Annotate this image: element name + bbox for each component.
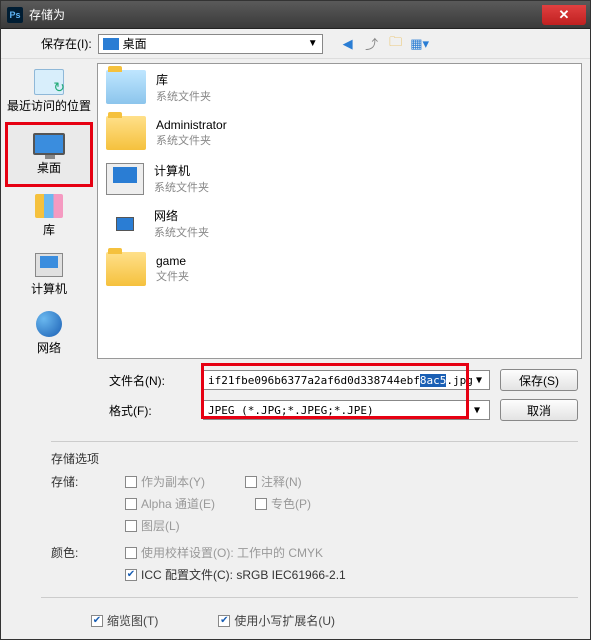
up-icon[interactable]: ⤴ xyxy=(363,35,381,53)
sidebar-item-computer[interactable]: 计算机 xyxy=(1,246,97,305)
item-sub: 系统文件夹 xyxy=(154,179,209,195)
sidebar-item-recent[interactable]: 最近访问的位置 xyxy=(1,63,97,122)
format-value: JPEG (*.JPG;*.JPEG;*.JPE) xyxy=(208,404,374,417)
spot-checkbox[interactable]: 专色(P) xyxy=(255,495,311,512)
item-name: 计算机 xyxy=(154,162,209,179)
sidebar-item-label: 库 xyxy=(43,221,55,238)
sidebar-item-network[interactable]: 网络 xyxy=(1,305,97,364)
notes-checkbox[interactable]: 注释(N) xyxy=(245,473,302,490)
alpha-checkbox[interactable]: Alpha 通道(E) xyxy=(125,495,215,512)
checkbox-label: 图层(L) xyxy=(141,517,180,534)
toolbar: 保存在(I): 桌面 ▼ ◀ ⤴ 🗀 ▦▾ xyxy=(1,29,590,59)
filename-input[interactable]: if21fbe096b6377a2af6d0d338744ebf8ac5.jpg… xyxy=(203,370,490,390)
save-in-label: 保存在(I): xyxy=(41,35,92,52)
divider xyxy=(51,441,578,442)
item-sub: 系统文件夹 xyxy=(156,132,227,148)
checkbox-label: 缩览图(T) xyxy=(107,612,158,629)
checkbox-label: 作为副本(Y) xyxy=(141,473,205,490)
location-text: 桌面 xyxy=(123,35,147,52)
folder-icon xyxy=(106,116,146,150)
options-section-label: 存储选项 xyxy=(51,450,125,467)
new-folder-icon[interactable]: 🗀 xyxy=(387,35,405,53)
filename-ext: .jpg xyxy=(446,374,473,387)
save-options: 存储选项 存储: 作为副本(Y) 注释(N) Alpha 通道(E) 专色(P)… xyxy=(1,450,590,629)
color-subsection-label: 颜色: xyxy=(51,544,125,583)
sidebar-item-label: 计算机 xyxy=(31,280,67,297)
icc-checkbox[interactable]: ✔ICC 配置文件(C): sRGB IEC61966-2.1 xyxy=(125,566,346,583)
sidebar-item-label: 网络 xyxy=(37,339,61,356)
recent-icon xyxy=(34,69,64,95)
list-item[interactable]: 库系统文件夹 xyxy=(98,64,581,110)
item-name: game xyxy=(156,254,189,268)
network-icon xyxy=(36,311,62,337)
computer-icon xyxy=(35,253,63,277)
desktop-monitor-icon xyxy=(33,133,65,155)
chevron-down-icon[interactable]: ▼ xyxy=(469,405,485,416)
libraries-folder-icon xyxy=(106,70,146,104)
location-dropdown[interactable]: 桌面 ▼ xyxy=(98,34,323,54)
list-item[interactable]: Administrator系统文件夹 xyxy=(98,110,581,156)
proof-checkbox[interactable]: 使用校样设置(O): 工作中的 CMYK xyxy=(125,544,323,561)
sidebar-item-desktop[interactable]: 桌面 xyxy=(5,122,93,187)
checkbox-label: Alpha 通道(E) xyxy=(141,495,215,512)
toolbar-icons: ◀ ⤴ 🗀 ▦▾ xyxy=(339,35,429,53)
view-menu-icon[interactable]: ▦▾ xyxy=(411,35,429,53)
filename-label: 文件名(N): xyxy=(109,372,193,389)
list-item[interactable]: 计算机系统文件夹 xyxy=(98,156,581,201)
cancel-button[interactable]: 取消 xyxy=(500,399,578,421)
app-icon: Ps xyxy=(7,7,23,23)
computer-item-icon xyxy=(106,163,144,195)
network-item-icon xyxy=(106,208,144,240)
item-sub: 系统文件夹 xyxy=(154,224,209,240)
titlebar: Ps 存储为 ✕ xyxy=(1,1,590,29)
checkbox-label: ICC 配置文件(C): sRGB IEC61966-2.1 xyxy=(141,566,346,583)
filename-text: if21fbe096b6377a2af6d0d338744ebf xyxy=(208,374,420,387)
item-name: Administrator xyxy=(156,118,227,132)
list-item[interactable]: game文件夹 xyxy=(98,246,581,292)
format-label: 格式(F): xyxy=(109,402,193,419)
list-item[interactable]: 网络系统文件夹 xyxy=(98,201,581,246)
item-name: 库 xyxy=(156,71,211,88)
layers-checkbox[interactable]: 图层(L) xyxy=(125,517,180,534)
checkbox-label: 使用校样设置(O): 工作中的 CMYK xyxy=(141,544,323,561)
item-name: 网络 xyxy=(154,207,209,224)
places-sidebar: 最近访问的位置 桌面 库 计算机 网络 xyxy=(1,59,97,359)
thumbnail-checkbox[interactable]: ✔缩览图(T) xyxy=(91,612,158,629)
sidebar-item-libraries[interactable]: 库 xyxy=(1,187,97,246)
back-icon[interactable]: ◀ xyxy=(339,35,357,53)
item-sub: 系统文件夹 xyxy=(156,88,211,104)
desktop-icon xyxy=(103,38,119,50)
libraries-icon xyxy=(35,194,63,218)
checkbox-label: 专色(P) xyxy=(271,495,311,512)
sidebar-item-label: 最近访问的位置 xyxy=(7,97,91,114)
sidebar-item-label: 桌面 xyxy=(37,159,61,176)
save-button[interactable]: 保存(S) xyxy=(500,369,578,391)
format-dropdown[interactable]: JPEG (*.JPG;*.JPEG;*.JPE) ▼ xyxy=(203,400,490,420)
item-sub: 文件夹 xyxy=(156,268,189,284)
as-copy-checkbox[interactable]: 作为副本(Y) xyxy=(125,473,205,490)
chevron-down-icon[interactable]: ▼ xyxy=(473,375,485,386)
checkbox-label: 使用小写扩展名(U) xyxy=(234,612,335,629)
file-list[interactable]: 库系统文件夹 Administrator系统文件夹 计算机系统文件夹 网络系统文… xyxy=(97,63,582,359)
filename-selection: 8ac5 xyxy=(420,374,447,387)
folder-icon xyxy=(106,252,146,286)
window-title: 存储为 xyxy=(29,6,542,23)
chevron-down-icon: ▼ xyxy=(308,38,318,49)
close-button[interactable]: ✕ xyxy=(542,5,586,25)
lowercase-ext-checkbox[interactable]: ✔使用小写扩展名(U) xyxy=(218,612,335,629)
save-as-dialog: Ps 存储为 ✕ 保存在(I): 桌面 ▼ ◀ ⤴ 🗀 ▦▾ 最近访问的位置 桌… xyxy=(0,0,591,640)
save-subsection-label: 存储: xyxy=(51,473,125,534)
checkbox-label: 注释(N) xyxy=(261,473,302,490)
